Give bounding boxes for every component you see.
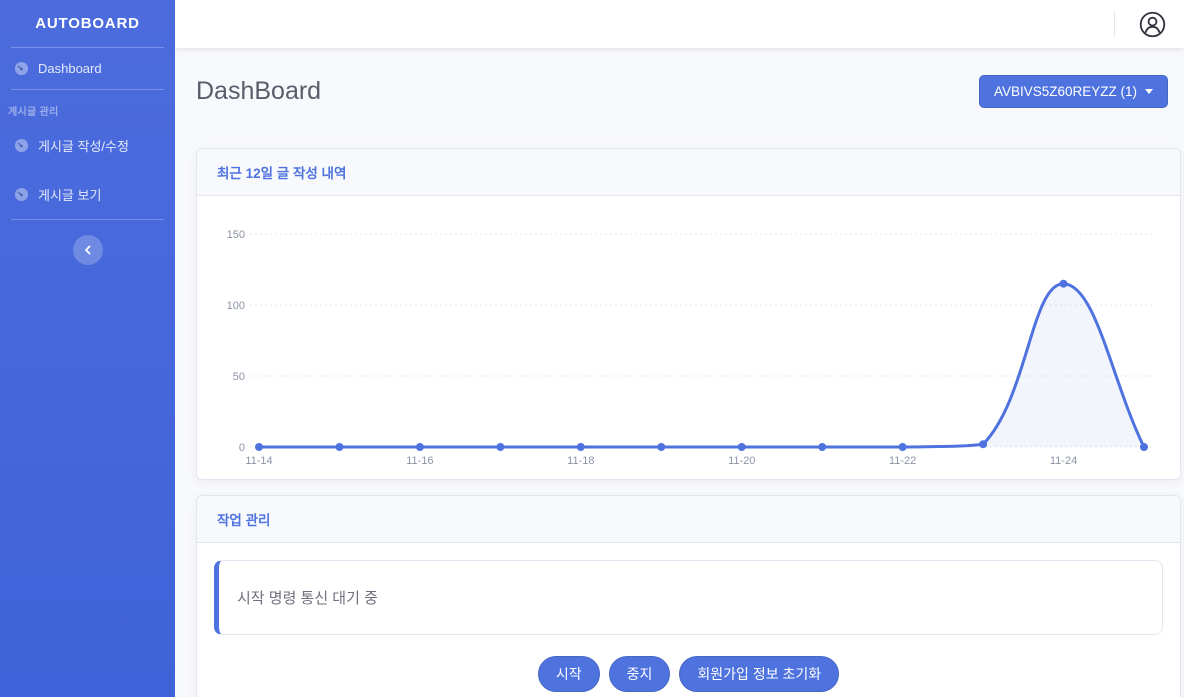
svg-text:11-22: 11-22	[889, 455, 916, 467]
sidebar-toggle-wrap	[0, 235, 175, 265]
svg-text:50: 50	[233, 371, 245, 383]
sidebar-item-dashboard[interactable]: Dashboard	[0, 48, 175, 89]
main-column: DashBoard AVBIVS5Z60REYZZ (1) 최근 12일 글 작…	[175, 0, 1184, 697]
svg-text:11-24: 11-24	[1050, 455, 1077, 467]
sidebar-divider	[11, 219, 164, 220]
tachometer-icon	[14, 187, 29, 202]
svg-text:11-20: 11-20	[728, 455, 755, 467]
caret-down-icon	[1145, 89, 1153, 94]
task-card-header: 작업 관리	[197, 496, 1180, 543]
content-area: DashBoard AVBIVS5Z60REYZZ (1) 최근 12일 글 작…	[175, 48, 1184, 697]
task-status-box: 시작 명령 통신 대기 중	[214, 560, 1163, 635]
sidebar-item-label: Dashboard	[38, 61, 102, 76]
sidebar-item-post-write-edit[interactable]: 게시글 작성/수정	[0, 121, 175, 170]
recent-posts-card: 최근 12일 글 작성 내역 0 50 100 150 11-14 11-16 11-18 1…	[196, 148, 1181, 480]
chevron-left-icon	[83, 245, 93, 255]
app-root: AUTOBOARD Dashboard 게시글 관리 게시글 작성/수정 게시글…	[0, 0, 1184, 697]
tachometer-icon	[14, 138, 29, 153]
reset-signup-info-button[interactable]: 회원가입 정보 초기화	[679, 656, 839, 692]
tachometer-icon	[14, 61, 29, 76]
task-management-card: 작업 관리 시작 명령 통신 대기 중 시작 중지 회원가입 정보 초기화	[196, 495, 1181, 697]
svg-text:150: 150	[227, 229, 245, 241]
recent-posts-chart-body: 0 50 100 150 11-14 11-16 11-18 11-20 11-22 11-24	[197, 196, 1180, 479]
sidebar: AUTOBOARD Dashboard 게시글 관리 게시글 작성/수정 게시글…	[0, 0, 175, 697]
account-dropdown-label: AVBIVS5Z60REYZZ (1)	[994, 84, 1137, 99]
page-title: DashBoard	[196, 77, 321, 106]
user-menu-button[interactable]	[1139, 11, 1166, 38]
page-header-row: DashBoard AVBIVS5Z60REYZZ (1)	[196, 75, 1181, 108]
stop-button[interactable]: 중지	[609, 656, 671, 692]
svg-text:11-14: 11-14	[245, 455, 272, 467]
recent-posts-card-header: 최근 12일 글 작성 내역	[197, 149, 1180, 196]
recent-posts-line-chart: 0 50 100 150 11-14 11-16 11-18 11-20 11-22 11-24	[212, 207, 1165, 475]
sidebar-item-label: 게시글 작성/수정	[38, 136, 129, 155]
svg-text:100: 100	[227, 300, 245, 312]
svg-text:0: 0	[239, 442, 245, 454]
svg-text:11-18: 11-18	[567, 455, 594, 467]
sidebar-section-heading: 게시글 관리	[0, 90, 175, 121]
sidebar-collapse-button[interactable]	[73, 235, 103, 265]
account-dropdown-button[interactable]: AVBIVS5Z60REYZZ (1)	[979, 75, 1168, 108]
topbar-divider	[1114, 11, 1115, 37]
task-button-row: 시작 중지 회원가입 정보 초기화	[214, 656, 1163, 692]
sidebar-item-post-view[interactable]: 게시글 보기	[0, 170, 175, 219]
brand-logo[interactable]: AUTOBOARD	[0, 0, 175, 47]
task-card-body: 시작 명령 통신 대기 중 시작 중지 회원가입 정보 초기화	[197, 543, 1180, 697]
task-status-message: 시작 명령 통신 대기 중	[237, 590, 378, 607]
sidebar-item-label: 게시글 보기	[38, 185, 101, 204]
start-button[interactable]: 시작	[538, 656, 600, 692]
svg-text:11-16: 11-16	[406, 455, 433, 467]
topbar	[175, 0, 1184, 48]
user-circle-icon	[1139, 11, 1166, 38]
